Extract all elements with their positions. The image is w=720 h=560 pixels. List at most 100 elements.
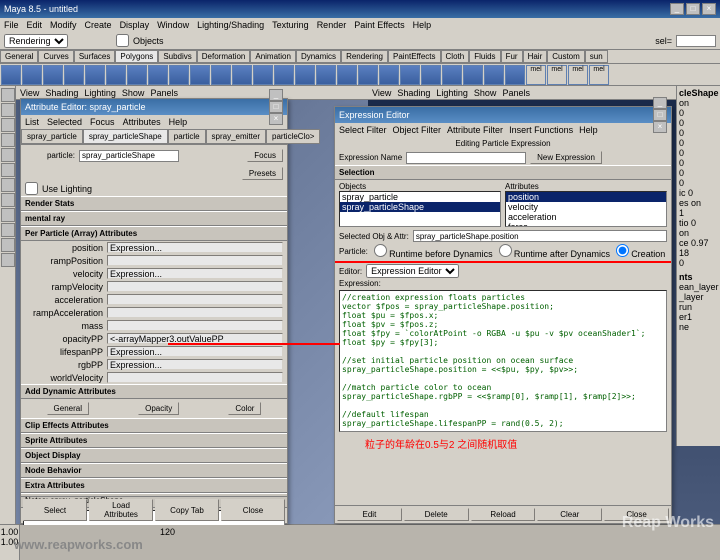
channel-row[interactable]: es on (679, 198, 718, 208)
mel-icon[interactable]: mel (526, 65, 546, 85)
shelf-icon[interactable] (442, 65, 462, 85)
shelf-tab[interactable]: Hair (523, 50, 548, 63)
channel-row[interactable]: 0 (679, 138, 718, 148)
shelf-tab[interactable]: Subdivs (158, 50, 196, 63)
load-attrs-button[interactable]: Load Attributes (89, 499, 153, 521)
tool[interactable] (1, 238, 15, 252)
focus-button[interactable]: Focus (247, 149, 283, 162)
shelf-tab[interactable]: Dynamics (296, 50, 341, 63)
list-item[interactable]: spray_particle (340, 192, 500, 202)
shelf-icon[interactable] (400, 65, 420, 85)
maximize-button[interactable]: □ (686, 3, 700, 15)
shelf-icon[interactable] (379, 65, 399, 85)
attr-value[interactable]: Expression... (107, 268, 283, 279)
ae-tab[interactable]: spray_particle (21, 129, 83, 144)
channel-row[interactable]: er1 (679, 312, 718, 322)
mel-icon[interactable]: mel (589, 65, 609, 85)
shelf-icon[interactable] (358, 65, 378, 85)
menu-item[interactable]: Modify (50, 20, 77, 30)
menu-item[interactable]: Help (413, 20, 432, 30)
new-expr-button[interactable]: New Expression (530, 151, 602, 164)
tool[interactable] (1, 163, 15, 177)
delete-button[interactable]: Delete (404, 508, 469, 521)
minimize-button[interactable]: _ (670, 3, 684, 15)
ae-menu[interactable]: Help (169, 117, 188, 127)
attr-value[interactable] (107, 372, 283, 383)
section-add-dynamic[interactable]: Add Dynamic Attributes (21, 384, 287, 399)
ee-menu[interactable]: Select Filter (339, 125, 387, 135)
shelf-tab[interactable]: Surfaces (74, 50, 116, 63)
shelf-icon[interactable] (463, 65, 483, 85)
shelf-icon[interactable] (211, 65, 231, 85)
menu-item[interactable]: Edit (27, 20, 43, 30)
shelf-icon[interactable] (505, 65, 525, 85)
channel-row[interactable]: on (679, 98, 718, 108)
section-node-behavior[interactable]: Node Behavior (21, 463, 287, 478)
shelf-icon[interactable] (127, 65, 147, 85)
shelf-tab[interactable]: Cloth (441, 50, 470, 63)
menu-item[interactable]: Window (157, 20, 189, 30)
tool[interactable] (1, 178, 15, 192)
list-item[interactable]: acceleration (506, 212, 666, 222)
channel-row[interactable]: 0 (679, 258, 718, 268)
shelf-icon[interactable] (85, 65, 105, 85)
shelf-icon[interactable] (64, 65, 84, 85)
shelf-icon[interactable] (295, 65, 315, 85)
edit-button[interactable]: Edit (337, 508, 402, 521)
attr-value[interactable]: Expression... (107, 359, 283, 370)
channel-row[interactable]: on (679, 228, 718, 238)
copy-tab-button[interactable]: Copy Tab (155, 499, 219, 521)
shelf-icon[interactable] (274, 65, 294, 85)
minimize-icon[interactable]: _ (653, 97, 667, 109)
channel-row[interactable]: 1 (679, 208, 718, 218)
particle-name-input[interactable] (79, 150, 179, 162)
shelf-tab[interactable]: sun (585, 50, 608, 63)
selobj-input[interactable] (413, 230, 667, 242)
ae-menu[interactable]: List (25, 117, 39, 127)
menu-item[interactable]: Lighting/Shading (197, 20, 264, 30)
vp-menu[interactable]: Panels (150, 88, 178, 98)
sel-input[interactable] (676, 35, 716, 47)
ee-menu[interactable]: Insert Functions (509, 125, 573, 135)
channel-row[interactable]: ean_layer (679, 282, 718, 292)
section-pp-attrs[interactable]: Per Particle (Array) Attributes (21, 226, 287, 241)
shelf-icon[interactable] (190, 65, 210, 85)
shelf-tab[interactable]: Rendering (341, 50, 388, 63)
shelf-tab[interactable]: Deformation (197, 50, 251, 63)
vp-menu[interactable]: View (372, 88, 391, 98)
attr-value[interactable] (107, 281, 283, 292)
select-button[interactable]: Select (23, 499, 87, 521)
close-button[interactable]: × (702, 3, 716, 15)
close-icon[interactable]: × (269, 113, 283, 125)
ee-menu[interactable]: Object Filter (393, 125, 442, 135)
channel-row[interactable]: 0 (679, 178, 718, 188)
attr-value[interactable]: Expression... (107, 346, 283, 357)
channel-row[interactable]: 0 (679, 148, 718, 158)
channel-row[interactable]: 0 (679, 118, 718, 128)
ae-menu[interactable]: Selected (47, 117, 82, 127)
shelf-tab[interactable]: General (0, 50, 38, 63)
channel-row[interactable]: 18 (679, 248, 718, 258)
shelf-tab[interactable]: Fluids (469, 50, 500, 63)
menu-item[interactable]: Render (317, 20, 347, 30)
scale-tool[interactable] (1, 148, 15, 162)
shelf-tab[interactable]: Custom (547, 50, 585, 63)
ae-tab[interactable]: spray_particleShape (83, 129, 168, 144)
mel-icon[interactable]: mel (568, 65, 588, 85)
vp-menu[interactable]: Shading (45, 88, 78, 98)
channel-row[interactable]: ic 0 (679, 188, 718, 198)
attr-value[interactable] (107, 320, 283, 331)
ee-menu[interactable]: Attribute Filter (447, 125, 503, 135)
ae-tab[interactable]: particle (168, 129, 206, 144)
shelf-icon[interactable] (22, 65, 42, 85)
tool[interactable] (1, 208, 15, 222)
section-clip-fx[interactable]: Clip Effects Attributes (21, 418, 287, 433)
radio-creation[interactable]: Creation (616, 244, 665, 259)
channel-row[interactable]: _layer (679, 292, 718, 302)
vp-menu[interactable]: Panels (502, 88, 530, 98)
select-tool[interactable] (1, 88, 15, 102)
list-item[interactable]: velocity (506, 202, 666, 212)
maximize-icon[interactable]: □ (269, 101, 283, 113)
close-ae-button[interactable]: Close (221, 499, 285, 521)
expression-code[interactable]: //creation expression floats particles v… (339, 290, 667, 432)
